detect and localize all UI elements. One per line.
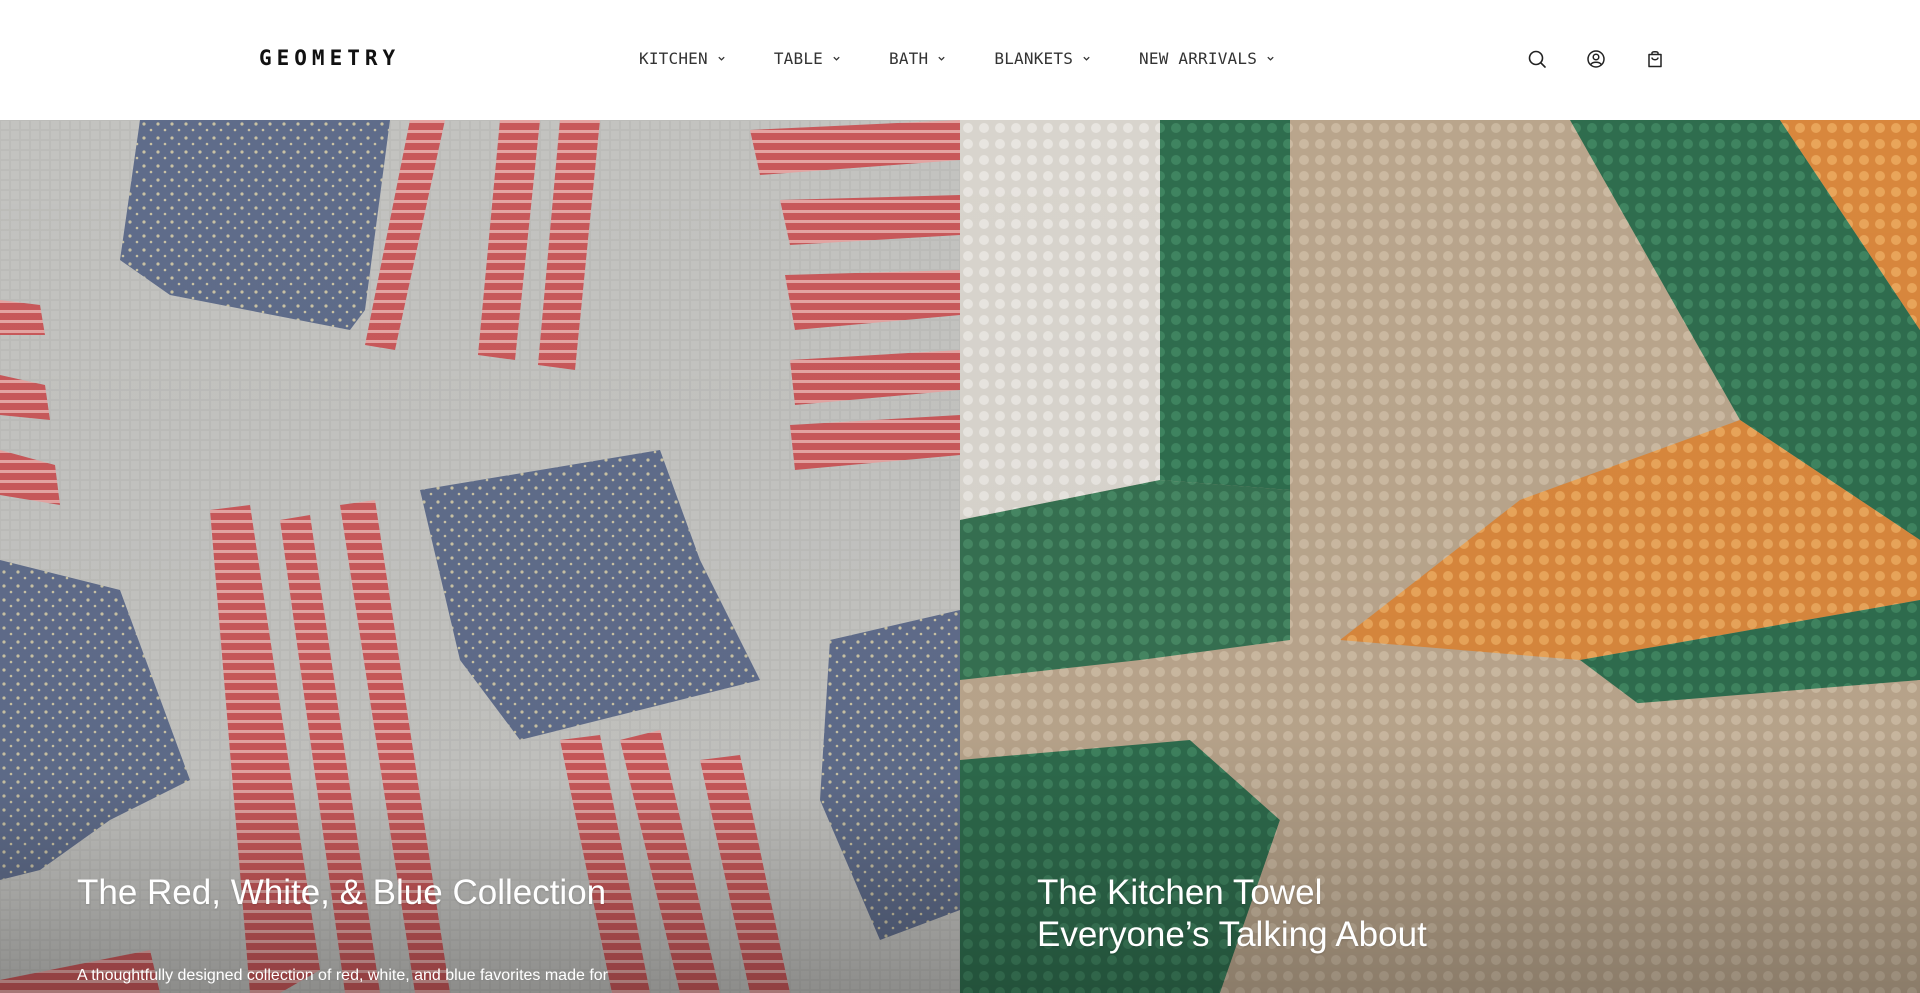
nav-item-table[interactable]: TABLE (774, 49, 841, 68)
hero-section: The Red, White, & Blue Collection A thou… (0, 120, 1920, 993)
collection-title[interactable]: The Kitchen Towel Everyone’s Talking Abo… (1037, 872, 1427, 956)
search-icon[interactable] (1526, 48, 1548, 70)
brand-logo[interactable]: GEOMETRY (259, 46, 400, 70)
nav-item-label: KITCHEN (639, 49, 708, 68)
nav-item-kitchen[interactable]: KITCHEN (639, 49, 726, 68)
header-actions (1526, 48, 1666, 70)
chevron-down-icon (937, 54, 946, 63)
nav-item-bath[interactable]: BATH (889, 49, 946, 68)
collection-title-line-1: The Kitchen Towel (1037, 873, 1323, 912)
nav-item-label: BLANKETS (994, 49, 1074, 68)
main-nav: KITCHEN TABLE BATH BLANKETS NEW ARRIVALS (639, 49, 1323, 68)
chevron-down-icon (1266, 54, 1275, 63)
nav-item-new-arrivals[interactable]: NEW ARRIVALS (1139, 49, 1275, 68)
account-icon[interactable] (1585, 48, 1607, 70)
nav-item-label: NEW ARRIVALS (1139, 49, 1258, 68)
site-header: GEOMETRY KITCHEN TABLE BATH BLANKETS NEW… (0, 0, 1920, 120)
collection-title[interactable]: The Red, White, & Blue Collection (77, 872, 606, 914)
collection-description: A thoughtfully designed collection of re… (77, 967, 608, 984)
collection-image-flags (0, 120, 960, 993)
cart-icon[interactable] (1644, 48, 1666, 70)
collection-image-blanket (960, 120, 1920, 993)
nav-item-label: BATH (889, 49, 929, 68)
nav-item-label: TABLE (773, 49, 824, 68)
nav-item-blankets[interactable]: BLANKETS (994, 49, 1091, 68)
collection-title-line-2: Everyone’s Talking About (1037, 915, 1427, 954)
chevron-down-icon (832, 54, 841, 63)
collection-card-kitchen-towel[interactable]: The Kitchen Towel Everyone’s Talking Abo… (960, 120, 1920, 993)
chevron-down-icon (717, 54, 726, 63)
collection-card-red-white-blue[interactable]: The Red, White, & Blue Collection A thou… (0, 120, 960, 993)
chevron-down-icon (1082, 54, 1091, 63)
